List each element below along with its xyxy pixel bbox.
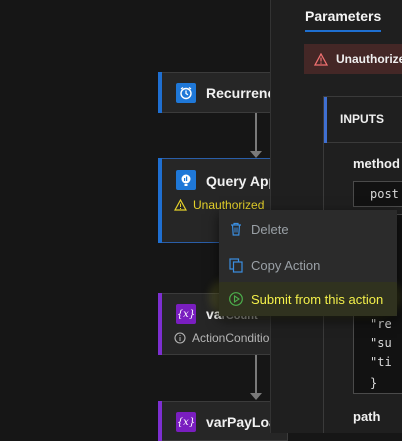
inputs-accent [324,97,327,143]
connector-line [255,355,257,395]
inputs-title: INPUTS [340,112,385,126]
code-line: "su [370,336,392,350]
copy-icon [229,258,243,273]
warning-icon [174,199,187,211]
context-menu: Delete Copy Action Submit from this acti… [219,210,397,316]
play-circle-icon [229,292,243,306]
menu-item-label: Copy Action [251,258,321,273]
card-accent [158,72,162,113]
error-icon [314,52,328,66]
method-label: method [353,156,400,171]
code-line: "ti [370,355,392,369]
info-icon [174,332,186,344]
varpayload-card[interactable]: {x} varPayLoad [158,401,288,441]
designer-canvas: Recurrence Query App Unauthorized {x} va… [0,0,402,441]
menu-item-copy-action[interactable]: Copy Action [219,248,397,282]
method-value-box: post [353,181,402,207]
card-title: Query App [206,173,278,189]
connector-arrow [250,393,262,400]
status-text: ActionCondition [192,331,277,345]
variable-icon: {x} [176,412,196,432]
active-tab-indicator [305,30,381,32]
error-banner: Unauthorized [304,44,402,74]
card-accent [158,293,162,355]
card-accent [158,158,162,243]
menu-item-label: Delete [251,222,289,237]
app-insights-icon [176,170,196,190]
tab-parameters[interactable]: Parameters [305,8,381,24]
error-text: Unauthorized [336,52,402,66]
code-line: "re [370,317,392,331]
connector-arrow [250,151,262,158]
card-accent [158,401,162,441]
menu-item-delete[interactable]: Delete [219,212,397,246]
code-line: } [370,376,378,390]
status-row: ActionCondition [174,331,276,345]
inputs-header[interactable]: INPUTS [324,97,402,143]
path-label: path [353,409,381,424]
connector-line [255,113,257,153]
menu-item-label: Submit from this action [251,292,384,307]
menu-item-submit-from-this-action[interactable]: Submit from this action [219,282,397,316]
trash-icon [231,222,241,236]
clock-icon [176,83,196,103]
recurrence-card[interactable]: Recurrence [158,72,288,113]
method-value: post [370,187,399,201]
variable-icon: {x} [176,304,196,324]
